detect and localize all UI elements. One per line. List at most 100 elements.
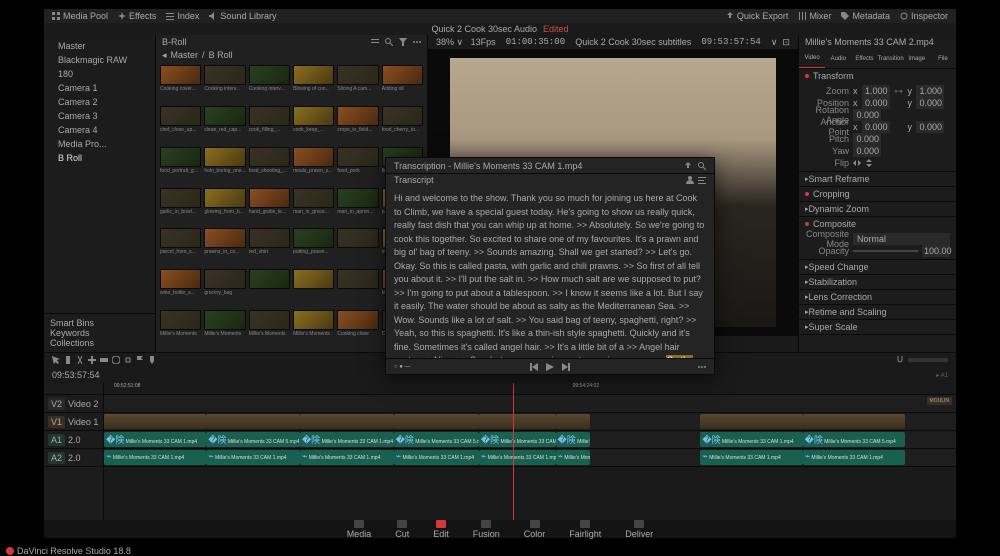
clip-thumbnail[interactable]: cook_filling_... (249, 106, 290, 144)
nav-fairlight[interactable]: Fairlight (569, 520, 601, 539)
sound-library-toggle[interactable]: Sound Library (209, 11, 276, 21)
bin-item[interactable]: Camera 4 (50, 123, 149, 137)
section-transform[interactable]: Transform (799, 69, 956, 83)
clip-thumbnail[interactable]: hand_grabs_le... (249, 188, 290, 226)
timeline-clip[interactable] (206, 414, 300, 429)
list-view-icon[interactable] (371, 38, 379, 46)
clip-thumbnail[interactable]: food_pork (337, 147, 378, 185)
timeline-audio-clip[interactable]: �険 Millie's Moments 33 CAM 1.mp4 (300, 432, 394, 447)
quick-export-button[interactable]: Quick Export (726, 11, 789, 21)
viewer-title[interactable]: Quick 2 Cook 30sec subtitles (575, 37, 691, 47)
clip-thumbnail[interactable]: Cooking cover... (160, 65, 201, 103)
clip-thumbnail[interactable]: Adding oil (382, 65, 423, 103)
timeline-ruler[interactable]: 09:52:51:08 09:54:24:02 (104, 383, 956, 395)
pos-y-input[interactable]: 0.000 (916, 97, 944, 109)
speaker-icon[interactable] (686, 176, 694, 184)
timeline-clip[interactable] (479, 414, 556, 429)
options-icon[interactable] (698, 363, 706, 371)
clip-thumbnail[interactable]: food_cherry_to... (382, 106, 423, 144)
clip-thumbnail[interactable]: red_shirt (249, 228, 290, 266)
timeline-clip[interactable] (803, 414, 905, 429)
clip-thumbnail[interactable] (293, 269, 334, 307)
section-retime[interactable]: ▸ Retime and Scaling (799, 305, 956, 319)
blade-tool-icon[interactable] (76, 356, 84, 364)
nav-edit[interactable]: Edit (433, 520, 449, 539)
anchor-x-input[interactable]: 0.000 (862, 121, 890, 133)
timeline-audio-clip[interactable]: ⌁ Millie's Moments 33 CAM 1.mp4 (700, 450, 802, 465)
clip-thumbnail[interactable] (337, 269, 378, 307)
section-dynamic-zoom[interactable]: ▸ Dynamic Zoom (799, 202, 956, 216)
share-icon[interactable] (684, 162, 692, 170)
clip-thumbnail[interactable] (337, 228, 378, 266)
clip-thumbnail[interactable]: Slicing A cam... (337, 65, 378, 103)
nav-cut[interactable]: Cut (395, 520, 409, 539)
bin-item[interactable]: 180 (50, 67, 149, 81)
filter-icon[interactable] (399, 38, 407, 46)
clip-thumbnail[interactable]: chef_close_up... (160, 106, 201, 144)
nav-color[interactable]: Color (524, 520, 546, 539)
section-smart-reframe[interactable]: ▸ Smart Reframe (799, 172, 956, 186)
clip-thumbnail[interactable]: parcel_from_s... (160, 228, 201, 266)
next-icon[interactable] (562, 363, 570, 371)
clip-thumbnail[interactable]: Millie's Moments (249, 310, 290, 348)
track-header-v1[interactable]: V1Video 1 (44, 413, 103, 431)
transcript-text[interactable]: Hi and welcome to the show. Thank you so… (386, 186, 714, 358)
clip-thumbnail[interactable]: crops_in_field... (337, 106, 378, 144)
timeline-clip[interactable] (556, 414, 590, 429)
tab-file[interactable]: File (930, 49, 956, 68)
zoom-x-input[interactable]: 1.000 (862, 85, 890, 97)
nav-deliver[interactable]: Deliver (625, 520, 653, 539)
clip-thumbnail[interactable]: holo_boring_one... (204, 147, 245, 185)
fit-percent[interactable]: 38% (436, 37, 454, 47)
selection-tool-icon[interactable] (52, 356, 60, 364)
bin-item[interactable]: Camera 3 (50, 109, 149, 123)
bin-folder[interactable]: Blackmagic RAW (50, 53, 149, 67)
link-icon[interactable] (124, 356, 132, 364)
zoom-y-input[interactable]: 1.000 (916, 85, 944, 97)
insert-icon[interactable] (88, 356, 96, 364)
timeline-audio-clip[interactable]: ⌁ Millie's Moments 33 CAM 1.mp4 (104, 450, 206, 465)
timeline-clip[interactable] (394, 414, 479, 429)
mixer-toggle[interactable]: Mixer (798, 11, 831, 21)
transcription-window[interactable]: Transcription - Millie's Moments 33 CAM … (385, 157, 715, 375)
nav-media[interactable]: Media (347, 520, 372, 539)
section-superscale[interactable]: ▸ Super Scale (799, 320, 956, 334)
clip-thumbnail[interactable]: Cooking interv... (204, 65, 245, 103)
timeline-audio-clip[interactable]: �険 Millie's Moments 33 CAM 5.mp4 (803, 432, 905, 447)
overwrite-icon[interactable] (100, 356, 108, 364)
trim-tool-icon[interactable] (64, 356, 72, 364)
section-lens[interactable]: ▸ Lens Correction (799, 290, 956, 304)
section-stabilization[interactable]: ▸ Stabilization (799, 275, 956, 289)
clip-thumbnail[interactable]: putting_prawn... (293, 228, 334, 266)
nav-fusion[interactable]: Fusion (473, 520, 500, 539)
clip-thumbnail[interactable]: garlic_in_bowl... (160, 188, 201, 226)
tab-transition[interactable]: Transition (878, 49, 904, 68)
pos-x-input[interactable]: 0.000 (862, 97, 890, 109)
bin-item[interactable]: Media Pro... (50, 137, 149, 151)
options-icon[interactable] (413, 38, 421, 46)
clip-thumbnail[interactable]: Blowing of con... (293, 65, 334, 103)
timeline-clip[interactable] (104, 414, 206, 429)
zoom-slider[interactable] (908, 358, 948, 362)
link-icon[interactable]: ⊶ (894, 86, 904, 97)
track-a1[interactable]: �険 Millie's Moments 33 CAM 1.mp4�険 Milli… (104, 431, 956, 449)
text-icon[interactable] (698, 176, 706, 184)
track-header-v2[interactable]: V2Video 2 (44, 395, 103, 413)
clip-thumbnail[interactable]: Cooking interv... (249, 65, 290, 103)
bin-broll[interactable]: B Roll (50, 151, 149, 165)
track-header-a1[interactable]: A12.0 (44, 431, 103, 449)
track-a2[interactable]: ⌁ Millie's Moments 33 CAM 1.mp4 ⌁ Millie'… (104, 449, 956, 467)
clip-thumbnail[interactable]: man_in_apron... (337, 188, 378, 226)
timeline-audio-clip[interactable]: ⌁ Millie's Moments 33 CAM 1.mp4 (394, 450, 479, 465)
flip-h-icon[interactable] (853, 159, 861, 167)
tab-video[interactable]: Video (799, 49, 825, 68)
clip-thumbnail[interactable] (249, 269, 290, 307)
timeline-audio-clip[interactable]: �険 Millie's Moments 33 CAM 1.mp4 (479, 432, 556, 447)
smart-bins-header[interactable]: Smart Bins (50, 318, 149, 328)
tab-effects[interactable]: Effects (851, 49, 877, 68)
clip-thumbnail[interactable]: wine_bottle_s... (160, 269, 201, 307)
marker-icon[interactable] (148, 356, 156, 364)
timeline-audio-clip[interactable]: �険 Millie's Moments 33 CAM 1.mp4 (700, 432, 802, 447)
flip-v-icon[interactable] (865, 159, 873, 167)
metadata-toggle[interactable]: Metadata (841, 11, 890, 21)
